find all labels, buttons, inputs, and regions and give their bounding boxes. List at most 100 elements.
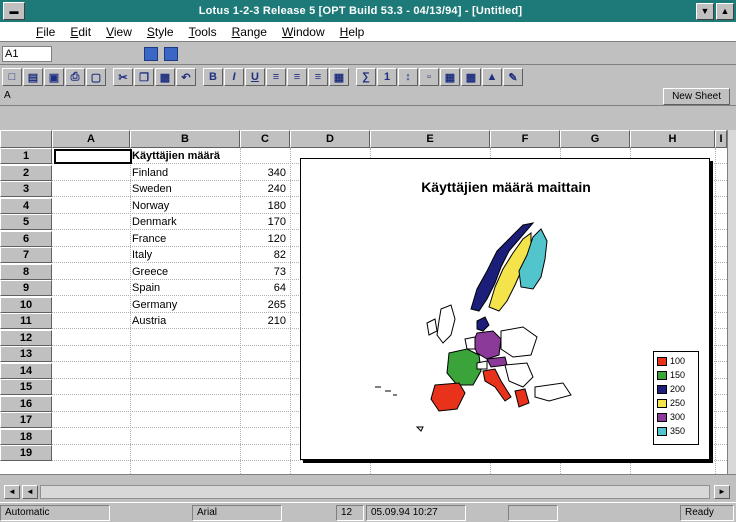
copy-icon[interactable]: ❐ [134, 68, 154, 86]
column-header-e[interactable]: E [370, 130, 490, 148]
menu-window[interactable]: Window [282, 25, 325, 39]
row-header[interactable]: 9 [0, 280, 52, 296]
cell-country[interactable]: Denmark [132, 214, 177, 230]
italic-icon[interactable]: I [224, 68, 244, 86]
sheet-tab-arrows-icon[interactable]: ◄ [4, 485, 20, 499]
align-right-icon[interactable]: ≡ [308, 68, 328, 86]
status-font-size[interactable]: 12 [336, 504, 364, 521]
draw-icon[interactable]: ✎ [503, 68, 523, 86]
menu-file[interactable]: File [36, 25, 55, 39]
row-header[interactable]: 5 [0, 214, 52, 230]
table-icon[interactable]: ▦ [440, 68, 460, 86]
cell-country[interactable]: Norway [132, 198, 169, 214]
column-header-c[interactable]: C [240, 130, 290, 148]
column-header-a[interactable]: A [52, 130, 130, 148]
cell-country[interactable]: Sweden [132, 181, 172, 197]
cell-value[interactable]: 265 [240, 297, 286, 313]
scroll-right-icon[interactable]: ► [714, 485, 730, 499]
row-header[interactable]: 6 [0, 230, 52, 247]
cell-value[interactable]: 180 [240, 198, 286, 214]
status-font[interactable]: Arial [192, 504, 282, 521]
menu-tools[interactable]: Tools [189, 25, 217, 39]
row-header[interactable]: 3 [0, 181, 52, 197]
row-header[interactable]: 11 [0, 313, 52, 329]
sheet-tab-label[interactable]: A [4, 90, 11, 101]
cell-value[interactable]: 240 [240, 181, 286, 197]
row-header[interactable]: 8 [0, 263, 52, 280]
paste-icon[interactable]: ▩ [155, 68, 175, 86]
navigator-icon[interactable] [144, 46, 158, 61]
cell-b1-header[interactable]: Käyttäjien määrä [132, 148, 220, 164]
chart-icon[interactable]: ▩ [461, 68, 481, 86]
row-header[interactable]: 18 [0, 428, 52, 445]
sum-icon[interactable]: ∑ [356, 68, 376, 86]
row-header[interactable]: 13 [0, 346, 52, 362]
underline-icon[interactable]: U [245, 68, 265, 86]
bold-icon[interactable]: B [203, 68, 223, 86]
cell-value[interactable]: 210 [240, 313, 286, 329]
save-icon[interactable]: ▣ [44, 68, 64, 86]
scroll-left-icon[interactable]: ◄ [22, 485, 38, 499]
row-header[interactable]: 12 [0, 329, 52, 346]
horizontal-scrollbar[interactable] [40, 485, 710, 499]
vertical-scrollbar[interactable] [727, 130, 736, 474]
cell-country[interactable]: France [132, 231, 166, 247]
row-header[interactable]: 10 [0, 296, 52, 313]
column-header-i[interactable]: I [715, 130, 727, 148]
cell-value[interactable]: 64 [240, 280, 286, 296]
map-icon[interactable]: ▲ [482, 68, 502, 86]
cut-icon[interactable]: ✂ [113, 68, 133, 86]
row-header[interactable]: 7 [0, 247, 52, 263]
row-header[interactable]: 2 [0, 164, 52, 181]
cell-reference-field[interactable]: A1 [2, 45, 52, 62]
number-format-icon[interactable]: 1 [377, 68, 397, 86]
row-header[interactable]: 14 [0, 362, 52, 379]
cell-country[interactable]: Germany [132, 297, 177, 313]
preview-icon[interactable]: ▢ [86, 68, 106, 86]
row-header[interactable]: 19 [0, 445, 52, 461]
open-file-icon[interactable]: ▤ [23, 68, 43, 86]
menu-help[interactable]: Help [340, 25, 365, 39]
cell-country[interactable]: Finland [132, 165, 168, 181]
cell-country[interactable]: Spain [132, 280, 160, 296]
menu-view[interactable]: View [106, 25, 132, 39]
maximize-button[interactable]: ▲ [716, 2, 734, 20]
system-menu-button[interactable]: ▬ [3, 2, 25, 20]
new-file-icon[interactable]: □ [2, 68, 22, 86]
print-icon[interactable]: ⎙ [65, 68, 85, 86]
row-header[interactable]: 17 [0, 412, 52, 428]
row-header[interactable]: 4 [0, 197, 52, 214]
column-header-h[interactable]: H [630, 130, 715, 148]
column-header-b[interactable]: B [130, 130, 240, 148]
menu-range[interactable]: Range [232, 25, 267, 39]
row-header[interactable]: 16 [0, 395, 52, 412]
cell-value[interactable]: 170 [240, 214, 286, 230]
minimize-button[interactable]: ▼ [696, 2, 714, 20]
menu-style[interactable]: Style [147, 25, 174, 39]
cell-value[interactable]: 73 [240, 264, 286, 280]
status-mail-icon[interactable] [508, 504, 558, 521]
menu-edit[interactable]: Edit [70, 25, 91, 39]
align-left-icon[interactable]: ≡ [266, 68, 286, 86]
column-header-f[interactable]: F [490, 130, 560, 148]
row-header[interactable]: 1 [0, 148, 52, 164]
function-icon[interactable] [164, 46, 178, 61]
cell-value[interactable]: 82 [240, 247, 286, 263]
cell-value[interactable]: 120 [240, 231, 286, 247]
align-center-icon[interactable]: ≡ [287, 68, 307, 86]
column-header-d[interactable]: D [290, 130, 370, 148]
cell-country[interactable]: Greece [132, 264, 168, 280]
select-all-corner[interactable] [0, 130, 52, 148]
fill-icon[interactable]: ▦ [329, 68, 349, 86]
status-format[interactable]: Automatic [0, 504, 110, 521]
cell-country[interactable]: Italy [132, 247, 152, 263]
column-header-g[interactable]: G [560, 130, 630, 148]
chart-object[interactable]: Käyttäjien määrä maittain 100 150 200 25… [300, 158, 710, 460]
row-header[interactable]: 15 [0, 379, 52, 395]
cell-country[interactable]: Austria [132, 313, 166, 329]
new-sheet-button[interactable]: New Sheet [663, 88, 730, 105]
cell-value[interactable]: 340 [240, 165, 286, 181]
sort-icon[interactable]: ↕ [398, 68, 418, 86]
range-icon[interactable]: ▫ [419, 68, 439, 86]
undo-icon[interactable]: ↶ [176, 68, 196, 86]
